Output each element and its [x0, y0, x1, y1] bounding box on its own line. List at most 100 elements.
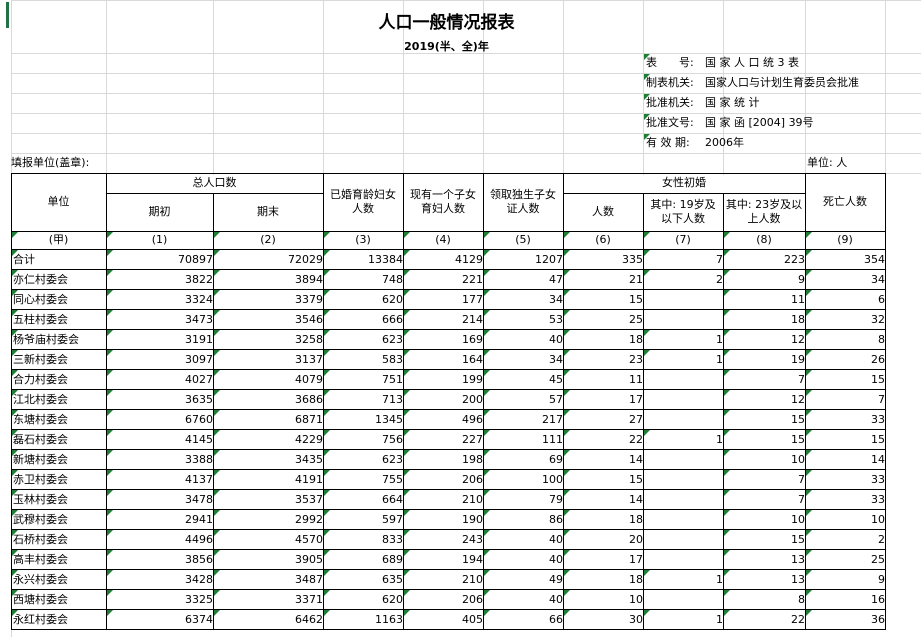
table-cell-value[interactable]: 16 [805, 589, 889, 609]
table-cell-value[interactable]: 1 [643, 569, 727, 589]
table-cell-value[interactable]: 3428 [106, 569, 217, 589]
unit-label[interactable]: 单位: 人 [807, 157, 847, 168]
meta-label[interactable]: 有 效 期: [646, 137, 690, 148]
table-cell-value[interactable]: 11 [723, 289, 809, 309]
table-cell-unit-name[interactable]: 永红村委会 [11, 609, 108, 629]
table-cell-value[interactable]: 86 [483, 509, 567, 529]
table-cell-value[interactable]: 13 [723, 549, 809, 569]
table-cell-value[interactable]: 2 [643, 269, 727, 289]
table-cell-value[interactable]: 10 [723, 449, 809, 469]
table-cell-value[interactable]: 1345 [323, 409, 407, 429]
table-cell-value[interactable]: 751 [323, 369, 407, 389]
table-cell-unit-name[interactable]: 赤卫村委会 [11, 469, 108, 489]
meta-value[interactable]: 2006年 [705, 137, 744, 148]
table-cell-value[interactable]: 47 [483, 269, 567, 289]
table-cell-value[interactable]: 25 [563, 309, 647, 329]
table-cell-value[interactable]: 210 [403, 569, 487, 589]
table-cell-value[interactable]: 15 [723, 529, 809, 549]
table-cell-unit-name[interactable]: 新塘村委会 [11, 449, 108, 469]
table-cell-value[interactable]: 405 [403, 609, 487, 629]
header-end[interactable]: 期末 [213, 193, 323, 231]
table-cell-value[interactable]: 10 [563, 589, 647, 609]
table-cell-value[interactable]: 18 [723, 309, 809, 329]
header-code[interactable]: (4) [403, 231, 483, 249]
meta-value[interactable]: 国 家 人 口 统 3 表 [705, 57, 799, 68]
table-cell-value[interactable]: 15 [805, 429, 889, 449]
meta-label[interactable]: 批准文号: [646, 117, 694, 128]
table-cell-value[interactable]: 4027 [106, 369, 217, 389]
table-cell-value[interactable]: 214 [403, 309, 487, 329]
table-cell-value[interactable]: 748 [323, 269, 407, 289]
header-code[interactable]: (2) [213, 231, 323, 249]
table-cell-value[interactable]: 3635 [106, 389, 217, 409]
table-cell-unit-name[interactable]: 五柱村委会 [11, 309, 108, 329]
table-cell-value[interactable]: 6871 [213, 409, 327, 429]
table-cell-value[interactable]: 217 [483, 409, 567, 429]
table-cell-value[interactable]: 3379 [213, 289, 327, 309]
table-cell-value[interactable] [643, 309, 727, 329]
header-code[interactable]: (9) [805, 231, 885, 249]
table-cell-value[interactable]: 223 [723, 249, 809, 269]
table-cell-value[interactable]: 4496 [106, 529, 217, 549]
table-cell-value[interactable]: 3856 [106, 549, 217, 569]
table-cell-value[interactable]: 17 [563, 389, 647, 409]
header-code[interactable]: (8) [723, 231, 805, 249]
table-cell-value[interactable]: 11 [563, 369, 647, 389]
table-cell-value[interactable]: 22 [723, 609, 809, 629]
fill-unit-label[interactable]: 填报单位(盖章): [11, 157, 89, 168]
table-cell-value[interactable]: 4079 [213, 369, 327, 389]
table-cell-value[interactable]: 6374 [106, 609, 217, 629]
table-cell-unit-name[interactable]: 西塘村委会 [11, 589, 108, 609]
table-cell-value[interactable]: 3137 [213, 349, 327, 369]
table-cell-value[interactable]: 15 [563, 289, 647, 309]
table-cell-value[interactable]: 7 [723, 469, 809, 489]
table-cell-value[interactable]: 7 [805, 389, 889, 409]
table-cell-value[interactable]: 169 [403, 329, 487, 349]
table-cell-value[interactable]: 3371 [213, 589, 327, 609]
table-cell-value[interactable]: 3894 [213, 269, 327, 289]
table-cell-value[interactable]: 8 [805, 329, 889, 349]
table-cell-unit-name[interactable]: 江北村委会 [11, 389, 108, 409]
table-cell-value[interactable]: 354 [805, 249, 889, 269]
table-cell-value[interactable]: 199 [403, 369, 487, 389]
table-cell-value[interactable]: 227 [403, 429, 487, 449]
table-cell-unit-name[interactable]: 石桥村委会 [11, 529, 108, 549]
table-cell-value[interactable]: 623 [323, 329, 407, 349]
table-cell-value[interactable]: 6760 [106, 409, 217, 429]
table-cell-value[interactable]: 18 [563, 569, 647, 589]
table-cell-value[interactable]: 3487 [213, 569, 327, 589]
table-cell-value[interactable]: 15 [723, 409, 809, 429]
table-cell-value[interactable]: 3546 [213, 309, 327, 329]
table-cell-value[interactable]: 25 [805, 549, 889, 569]
header-start[interactable]: 期初 [106, 193, 213, 231]
table-cell-unit-name[interactable]: 合计 [11, 249, 108, 269]
table-cell-value[interactable]: 100 [483, 469, 567, 489]
table-cell-value[interactable]: 13384 [323, 249, 407, 269]
report-title[interactable]: 人口一般情况报表 [0, 8, 893, 33]
table-cell-value[interactable]: 17 [563, 549, 647, 569]
table-cell-value[interactable]: 12 [723, 329, 809, 349]
header-deaths[interactable]: 死亡人数 [805, 173, 885, 231]
meta-value[interactable]: 国 家 统 计 [705, 97, 760, 108]
table-cell-unit-name[interactable]: 永兴村委会 [11, 569, 108, 589]
table-cell-value[interactable]: 8 [723, 589, 809, 609]
table-cell-value[interactable]: 755 [323, 469, 407, 489]
table-cell-value[interactable]: 18 [563, 329, 647, 349]
table-cell-value[interactable]: 72029 [213, 249, 327, 269]
header-over23[interactable]: 其中: 23岁及以上人数 [723, 193, 805, 231]
table-cell-value[interactable]: 7 [723, 369, 809, 389]
table-cell-unit-name[interactable]: 磊石村委会 [11, 429, 108, 449]
table-cell-value[interactable]: 10 [805, 509, 889, 529]
table-cell-value[interactable]: 3473 [106, 309, 217, 329]
table-cell-value[interactable]: 27 [563, 409, 647, 429]
table-cell-value[interactable]: 22 [563, 429, 647, 449]
meta-value[interactable]: 国家人口与计划生育委员会批准 [705, 77, 859, 88]
header-code[interactable]: (6) [563, 231, 643, 249]
table-cell-value[interactable]: 19 [723, 349, 809, 369]
table-cell-value[interactable]: 4229 [213, 429, 327, 449]
table-cell-unit-name[interactable]: 武穆村委会 [11, 509, 108, 529]
table-cell-value[interactable]: 33 [805, 409, 889, 429]
table-cell-value[interactable] [643, 469, 727, 489]
table-cell-value[interactable]: 34 [483, 289, 567, 309]
table-cell-value[interactable]: 33 [805, 469, 889, 489]
